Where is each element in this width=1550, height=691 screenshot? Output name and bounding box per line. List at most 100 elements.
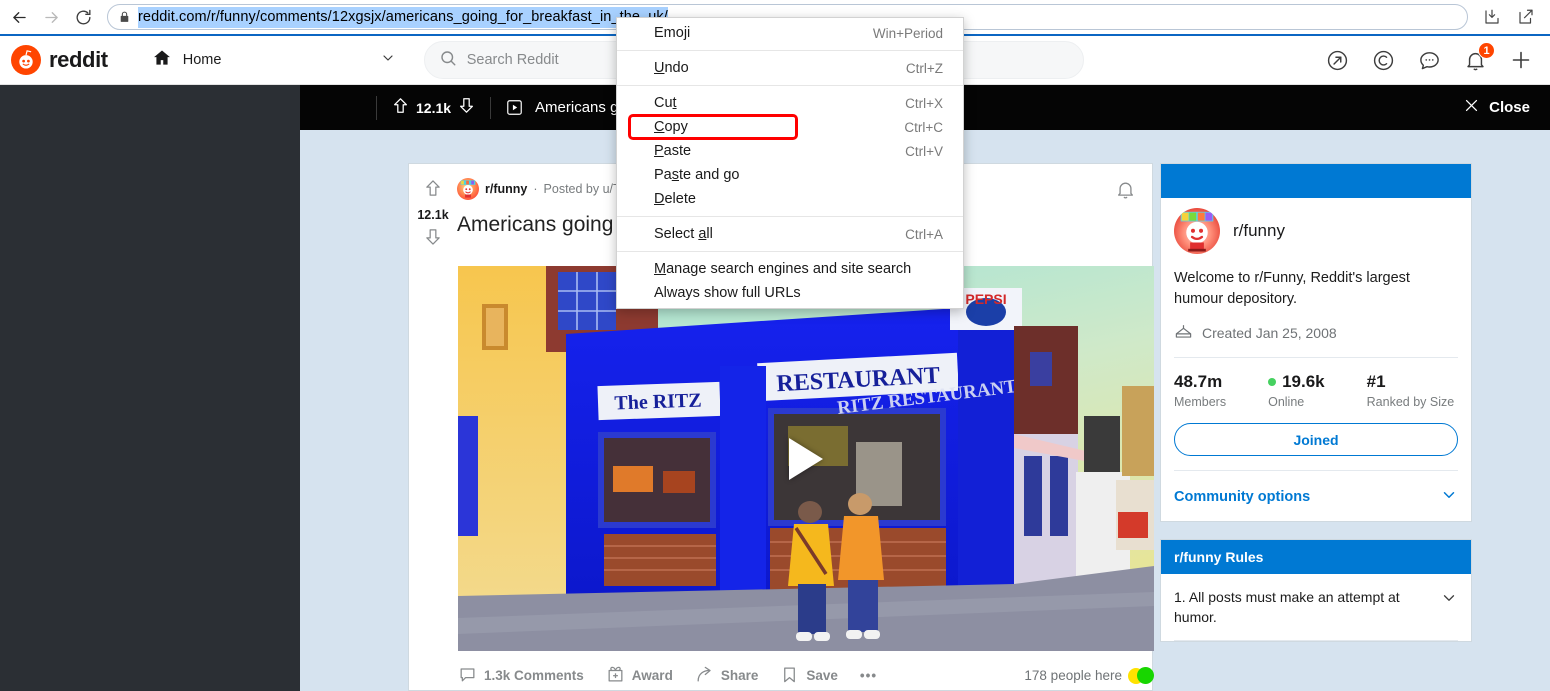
rule-text: 1. All posts must make an attempt at hum… bbox=[1174, 587, 1430, 628]
community-identity[interactable]: r/funny bbox=[1174, 208, 1458, 254]
save-label: Save bbox=[806, 668, 838, 683]
browser-actions bbox=[1478, 3, 1550, 31]
downvote-arrow-icon[interactable] bbox=[457, 96, 476, 120]
home-label: Home bbox=[182, 52, 222, 68]
browser-window: reddit.com/r/funny/comments/12xgsjx/amer… bbox=[0, 0, 1550, 691]
popular-icon[interactable] bbox=[1324, 47, 1350, 73]
context-menu-item-copy[interactable]: Copy Ctrl+C bbox=[617, 115, 963, 139]
header-icon-group: 1 bbox=[1324, 42, 1550, 73]
award-label: Award bbox=[631, 668, 673, 683]
award-button[interactable]: Award bbox=[606, 665, 673, 687]
context-menu-item-emoji[interactable]: Emoji Win+Period bbox=[617, 21, 963, 45]
forward-button[interactable] bbox=[35, 1, 67, 33]
coins-icon[interactable] bbox=[1370, 47, 1396, 73]
community-stats: 48.7m Members 19.6k Online #1 Ranked by … bbox=[1174, 358, 1458, 409]
context-menu-item-paste[interactable]: Paste Ctrl+V bbox=[617, 139, 963, 163]
context-menu-item-label: Emoji bbox=[654, 25, 691, 41]
reddit-logo[interactable]: reddit bbox=[11, 45, 108, 75]
rule-divider bbox=[1174, 639, 1458, 641]
lock-icon bbox=[118, 10, 131, 24]
context-menu-item-manage-search-engines-and-site-search[interactable]: Manage search engines and site search bbox=[617, 257, 963, 281]
community-options-label: Community options bbox=[1174, 489, 1311, 506]
lightbox-backdrop[interactable] bbox=[0, 85, 300, 691]
close-button[interactable]: Close bbox=[1463, 97, 1530, 118]
context-menu-item-label: Copy bbox=[654, 119, 688, 135]
reload-button[interactable] bbox=[67, 1, 99, 33]
rules-card: r/funny Rules 1. All posts must make an … bbox=[1160, 539, 1472, 642]
about-community-card: r/funny Welcome to r/Funny, Reddit's lar… bbox=[1160, 163, 1472, 523]
comments-label: 1.3k Comments bbox=[484, 668, 584, 683]
context-menu-item-label: Paste bbox=[654, 143, 692, 159]
context-menu-item-always-show-full-urls[interactable]: Always show full URLs bbox=[617, 281, 963, 305]
community-avatar bbox=[1174, 208, 1220, 254]
community-created: Created Jan 25, 2008 bbox=[1174, 322, 1458, 344]
context-menu-item-delete[interactable]: Delete bbox=[617, 187, 963, 211]
stat-online-label: Online bbox=[1268, 395, 1305, 410]
comments-button[interactable]: 1.3k Comments bbox=[458, 665, 584, 687]
stat-rank-value: #1 bbox=[1366, 372, 1386, 392]
url-text: reddit.com/r/funny/comments/12xgsjx/amer… bbox=[138, 6, 668, 28]
more-options-button[interactable]: ••• bbox=[860, 668, 877, 683]
play-triangle-icon[interactable] bbox=[789, 437, 823, 480]
bookmark-icon bbox=[780, 665, 799, 687]
notifications-icon[interactable]: 1 bbox=[1462, 42, 1495, 73]
context-menu-item-label: Undo bbox=[654, 60, 689, 76]
rule-item[interactable]: 1. All posts must make an attempt at hum… bbox=[1161, 574, 1471, 640]
rule-body: All posts must make an attempt at humor. bbox=[1174, 589, 1400, 626]
cake-icon bbox=[1174, 322, 1193, 344]
post-subreddit[interactable]: r/funny bbox=[485, 182, 527, 196]
rule-number: 1. bbox=[1174, 589, 1186, 606]
share-arrow-icon bbox=[695, 665, 714, 687]
chevron-down-icon bbox=[1440, 486, 1458, 508]
community-selector[interactable]: Home bbox=[144, 42, 404, 78]
create-post-icon[interactable] bbox=[1508, 47, 1534, 73]
share-button[interactable]: Share bbox=[695, 665, 758, 687]
upvote-arrow-icon[interactable] bbox=[391, 96, 410, 120]
vote-column: 12.1k bbox=[409, 164, 457, 690]
svg-text:PEPSI: PEPSI bbox=[965, 291, 1006, 307]
context-menu-item-shortcut: Ctrl+C bbox=[904, 119, 943, 135]
chat-icon[interactable] bbox=[1416, 47, 1442, 73]
context-menu-item-paste-and-go[interactable]: Paste and go bbox=[617, 163, 963, 187]
context-menu-item-shortcut: Ctrl+Z bbox=[905, 60, 943, 76]
back-button[interactable] bbox=[3, 1, 35, 33]
stat-members: 48.7m Members bbox=[1174, 372, 1226, 409]
subreddit-avatar bbox=[457, 178, 479, 200]
rules-title: r/funny Rules bbox=[1174, 549, 1264, 566]
context-menu-item-shortcut: Ctrl+V bbox=[905, 143, 943, 159]
award-gift-icon bbox=[606, 665, 625, 687]
download-icon[interactable] bbox=[1478, 3, 1506, 31]
save-button[interactable]: Save bbox=[780, 665, 838, 687]
community-banner bbox=[1161, 164, 1471, 198]
chevron-down-icon bbox=[380, 50, 396, 71]
divider-2 bbox=[1174, 470, 1458, 472]
post-score: 12.1k bbox=[417, 208, 449, 222]
stat-online-value: 19.6k bbox=[1282, 372, 1325, 392]
community-options-row[interactable]: Community options bbox=[1174, 486, 1458, 508]
context-menu-item-shortcut: Ctrl+A bbox=[905, 226, 943, 242]
downvote-button[interactable] bbox=[423, 227, 443, 252]
comment-bubble-icon bbox=[458, 665, 477, 687]
context-menu-item-shortcut: Win+Period bbox=[872, 25, 943, 41]
community-description: Welcome to r/Funny, Reddit's largest hum… bbox=[1174, 270, 1410, 308]
stat-rank-label: Ranked by Size bbox=[1366, 395, 1455, 410]
share-icon[interactable] bbox=[1512, 3, 1540, 31]
context-menu-item-select-all[interactable]: Select all Ctrl+A bbox=[617, 222, 963, 246]
context-menu-item-label: Select all bbox=[654, 226, 713, 242]
svg-text:The RITZ: The RITZ bbox=[614, 389, 702, 414]
post-media[interactable]: The RITZ RESTAURANT PEPSI RITZ RESTAURAN… bbox=[458, 266, 1154, 651]
notify-bell-icon[interactable] bbox=[1115, 179, 1136, 205]
context-menu-separator bbox=[617, 216, 963, 217]
context-menu-item-cut[interactable]: Cut Ctrl+X bbox=[617, 91, 963, 115]
context-menu-item-label: Delete bbox=[654, 191, 696, 207]
notification-badge: 1 bbox=[1478, 42, 1495, 59]
joined-button[interactable]: Joined bbox=[1174, 423, 1458, 457]
reddit-logo-icon bbox=[11, 45, 41, 75]
context-menu-item-undo[interactable]: Undo Ctrl+Z bbox=[617, 56, 963, 80]
close-label: Close bbox=[1489, 99, 1530, 116]
chevron-down-icon[interactable] bbox=[1440, 587, 1458, 612]
browser-context-menu[interactable]: Emoji Win+Period Undo Ctrl+Z Cut Ctrl+X Copy Ct… bbox=[616, 17, 964, 309]
context-menu-separator bbox=[617, 50, 963, 51]
lightbox-divider bbox=[490, 96, 492, 119]
upvote-button[interactable] bbox=[423, 178, 443, 203]
